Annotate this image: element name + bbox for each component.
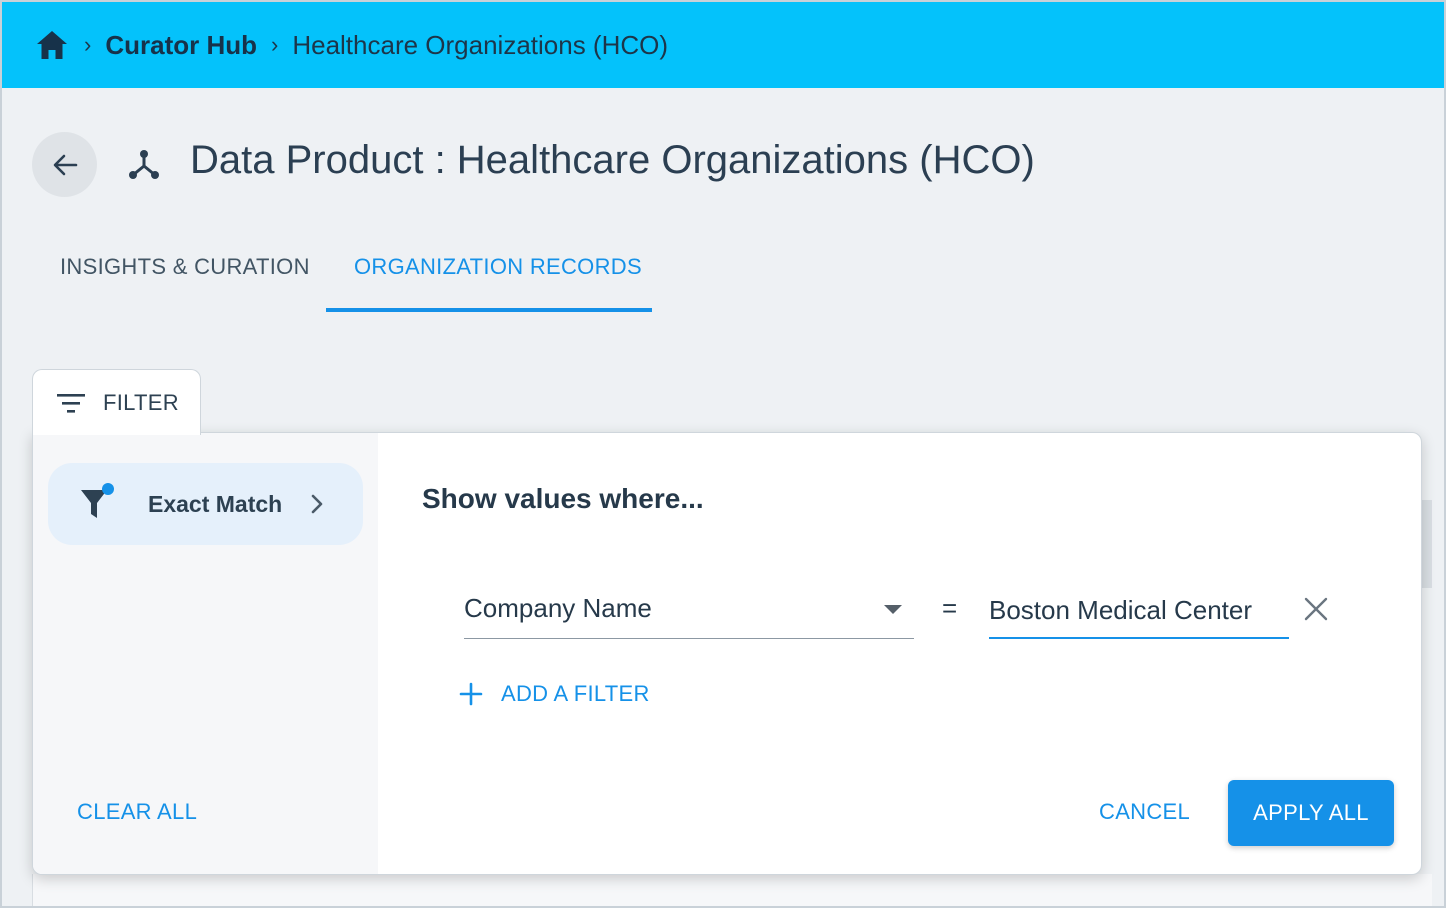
exact-match-label: Exact Match [148,490,283,517]
active-filter-dot [102,483,114,495]
tab-insights-curation[interactable]: INSIGHTS & CURATION [60,254,310,280]
apply-all-button[interactable]: APPLY ALL [1228,780,1394,846]
filter-mode-sidebar: Exact Match CLEAR ALL [33,433,378,874]
home-icon[interactable] [34,27,70,63]
breadcrumb-separator: › [84,32,92,57]
operator-equals: = [942,593,958,623]
filter-lines-icon [57,393,85,413]
field-select[interactable]: Company Name [464,583,914,639]
close-icon[interactable] [1303,596,1329,622]
chevron-right-icon [311,494,323,514]
funnel-icon [80,483,114,521]
table-body-glimpse [32,874,1432,906]
exact-match-option[interactable]: Exact Match [48,463,363,545]
plus-icon [459,682,483,706]
field-select-value: Company Name [464,593,652,623]
breadcrumb-separator: › [271,32,279,57]
page-title: Data Product : Healthcare Organizations … [190,138,1035,182]
data-product-icon [129,150,159,179]
back-button[interactable] [32,132,97,197]
add-filter-button[interactable]: ADD A FILTER [459,681,650,707]
cancel-button[interactable]: CANCEL [1099,799,1190,825]
filter-value-input[interactable] [989,583,1289,639]
breadcrumb-curator-hub[interactable]: Curator Hub [105,30,257,61]
breadcrumb-current: Healthcare Organizations (HCO) [292,29,669,60]
clear-all-button[interactable]: CLEAR ALL [77,799,197,825]
caret-down-icon [884,605,902,614]
app-window: › Curator Hub › Healthcare Organizations… [0,0,1446,908]
filter-toggle[interactable]: FILTER [32,369,201,435]
tab-organization-records[interactable]: ORGANIZATION RECORDS [354,254,642,280]
filter-panel: Exact Match CLEAR ALL Show values where.… [32,432,1422,875]
filter-heading: Show values where... [422,483,704,514]
active-tab-indicator [326,308,652,312]
filter-label: FILTER [103,389,179,415]
top-bar: › Curator Hub › Healthcare Organizations… [2,2,1444,88]
arrow-left-icon [53,154,77,175]
add-filter-label: ADD A FILTER [501,681,650,706]
